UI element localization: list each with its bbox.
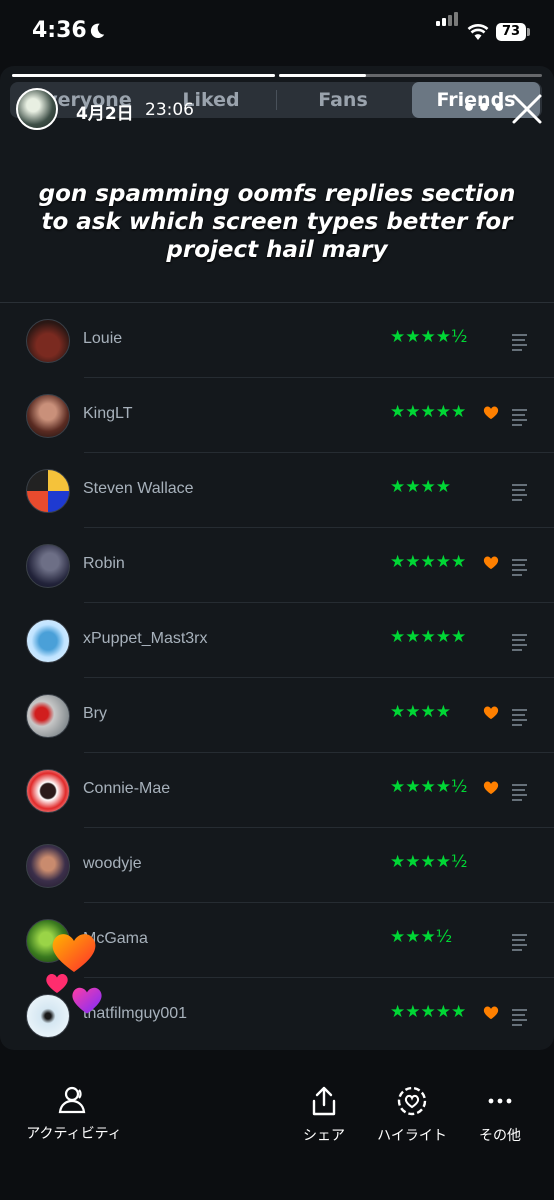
rating-row[interactable]: xPuppet_Mast3rx ★★★★★ xyxy=(0,603,554,678)
rating-row[interactable]: KingLT ★★★★★ xyxy=(0,378,554,453)
highlight-label: ハイライト xyxy=(377,1128,447,1144)
more-label: その他 xyxy=(479,1128,521,1144)
avatar[interactable] xyxy=(26,469,70,513)
avatar[interactable] xyxy=(26,619,70,663)
avatar[interactable] xyxy=(26,844,70,888)
review-lines-icon[interactable] xyxy=(512,934,527,954)
avatar[interactable] xyxy=(26,694,70,738)
heart-sticker-purple xyxy=(72,987,102,1014)
story-progress-2 xyxy=(279,74,542,77)
username[interactable]: Bry xyxy=(83,705,107,723)
username[interactable]: Connie-Mae xyxy=(83,780,170,798)
star-rating: ★★★★★ xyxy=(390,402,467,422)
star-rating: ★★★½ xyxy=(390,927,453,947)
more-button[interactable]: その他 xyxy=(470,1085,530,1145)
avatar[interactable] xyxy=(26,994,70,1038)
username[interactable]: woodyje xyxy=(83,855,142,873)
activity-button[interactable]: アクティビティ xyxy=(22,1085,126,1143)
more-icon xyxy=(488,1098,512,1104)
username[interactable]: Louie xyxy=(83,330,122,348)
star-rating: ★★★★★ xyxy=(390,552,467,572)
story-date: 4月2日 xyxy=(76,104,134,124)
share-icon xyxy=(312,1086,336,1116)
story-progress-1 xyxy=(12,74,275,77)
review-lines-icon[interactable] xyxy=(512,1009,527,1029)
heart-sticker-pink xyxy=(46,974,68,993)
heart-sticker-orange xyxy=(52,934,96,972)
more-options-icon[interactable]: ••• xyxy=(462,96,507,121)
rating-row[interactable]: Bry ★★★★ xyxy=(0,678,554,753)
review-lines-icon[interactable] xyxy=(512,709,527,729)
avatar[interactable] xyxy=(26,544,70,588)
activity-label: アクティビティ xyxy=(26,1126,122,1142)
avatar[interactable] xyxy=(26,394,70,438)
battery-indicator: 73 xyxy=(496,23,526,41)
share-button[interactable]: シェア xyxy=(294,1085,354,1145)
heart-icon xyxy=(483,706,499,720)
status-time: 4:36 xyxy=(32,18,87,43)
heart-icon xyxy=(483,781,499,795)
star-rating: ★★★★½ xyxy=(390,852,468,872)
star-rating: ★★★★ xyxy=(390,702,451,722)
review-lines-icon[interactable] xyxy=(512,634,527,654)
username[interactable]: xPuppet_Mast3rx xyxy=(83,630,208,648)
highlight-button[interactable]: ハイライト xyxy=(372,1085,452,1145)
star-rating: ★★★★★ xyxy=(390,1002,467,1022)
heart-icon xyxy=(483,1006,499,1020)
rating-row[interactable]: Steven Wallace ★★★★ xyxy=(0,453,554,528)
rating-row[interactable]: Louie ★★★★½ xyxy=(0,303,554,378)
star-rating: ★★★★★ xyxy=(390,627,467,647)
avatar[interactable] xyxy=(26,319,70,363)
username[interactable]: Robin xyxy=(83,555,125,573)
review-lines-icon[interactable] xyxy=(512,484,527,504)
story-avatar[interactable] xyxy=(16,88,58,130)
people-icon xyxy=(58,1086,86,1114)
review-lines-icon[interactable] xyxy=(512,409,527,429)
review-lines-icon[interactable] xyxy=(512,334,527,354)
rating-row[interactable]: Robin ★★★★★ xyxy=(0,528,554,603)
heart-icon xyxy=(483,556,499,570)
review-lines-icon[interactable] xyxy=(512,784,527,804)
highlight-icon xyxy=(397,1086,427,1116)
heart-icon xyxy=(483,406,499,420)
username[interactable]: Steven Wallace xyxy=(83,480,194,498)
wifi-icon xyxy=(467,24,489,40)
username[interactable]: KingLT xyxy=(83,405,133,423)
review-lines-icon[interactable] xyxy=(512,559,527,579)
rating-row[interactable]: woodyje ★★★★½ xyxy=(0,828,554,903)
star-rating: ★★★★ xyxy=(390,477,451,497)
share-label: シェア xyxy=(303,1128,345,1144)
rating-row[interactable]: Connie-Mae ★★★★½ xyxy=(0,753,554,828)
story-caption: gon spamming oomfs replies section to as… xyxy=(38,181,516,263)
story-time: 23:06 xyxy=(145,100,194,120)
star-rating: ★★★★½ xyxy=(390,777,468,797)
tab-fans[interactable]: Fans xyxy=(277,82,409,118)
star-rating: ★★★★½ xyxy=(390,327,468,347)
avatar[interactable] xyxy=(26,769,70,813)
battery-cap xyxy=(527,28,530,36)
moon-icon xyxy=(90,23,105,39)
close-icon[interactable] xyxy=(510,92,544,126)
